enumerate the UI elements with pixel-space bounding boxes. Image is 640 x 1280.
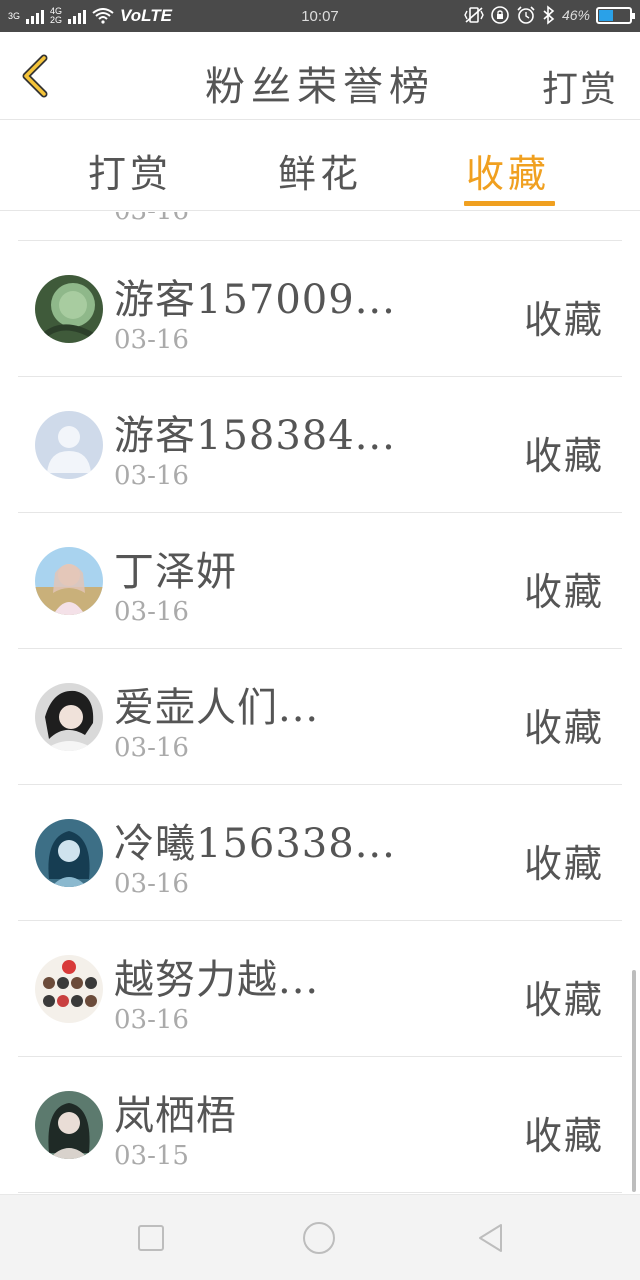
list-item-action: 收藏 [523, 570, 604, 614]
list-item-action: 收藏 [523, 298, 604, 342]
scrollbar[interactable] [632, 970, 636, 1192]
list-item-name: 丁泽妍 [114, 549, 237, 595]
list-item-name: 越努力越... [114, 957, 320, 1003]
avatar[interactable] [35, 411, 103, 479]
battery-percent: 46% [561, 7, 590, 23]
list-item-action: 收藏 [523, 434, 604, 478]
list-item-date: 03-16 [114, 597, 189, 627]
list-item-action: 收藏 [523, 1114, 604, 1158]
list-item-name: 游客158384... [114, 413, 396, 459]
list-item[interactable]: 岚栖梧 03-15 收藏 [18, 1057, 622, 1193]
list-item-action: 收藏 [523, 706, 604, 750]
avatar[interactable] [35, 955, 103, 1023]
status-right: 46% [464, 5, 635, 25]
tab-reward[interactable]: 打赏 [88, 143, 172, 198]
girl-outdoor-avatar-image [35, 547, 103, 615]
avatar[interactable] [35, 683, 103, 751]
back-triangle-icon[interactable] [474, 1221, 508, 1255]
home-icon[interactable] [302, 1221, 336, 1255]
tab-flowers[interactable]: 鲜花 [278, 143, 362, 198]
tab-bar: 打赏 鲜花 收藏 [0, 121, 640, 211]
list-item-name: 冷曦156338... [114, 821, 396, 867]
list-item-date: 03-16 [114, 869, 189, 899]
blue-anime-girl-avatar-image [35, 819, 103, 887]
list-item[interactable]: 游客158384... 03-16 收藏 [18, 377, 622, 513]
avatar[interactable] [35, 275, 103, 343]
avatar[interactable] [35, 819, 103, 887]
favorites-list[interactable]: 03-16 游客157009... 03-16 收藏 游客158384... 0… [0, 212, 640, 1194]
rotation-lock-icon [491, 6, 509, 24]
list-item-partial: 03-16 [18, 212, 622, 241]
active-tab-indicator [464, 201, 555, 206]
avatar[interactable] [35, 1091, 103, 1159]
bluetooth-icon [543, 5, 555, 25]
lotus-leaf-avatar-image [35, 275, 103, 343]
list-item[interactable]: 越努力越... 03-16 收藏 [18, 921, 622, 1057]
list-item[interactable]: 丁泽妍 03-16 收藏 [18, 513, 622, 649]
list-item-name: 爱壶人们... [114, 685, 320, 731]
girl-portrait-avatar-image [35, 1091, 103, 1159]
header: 粉丝荣誉榜 打赏 [0, 32, 640, 120]
list-item-date: 03-16 [114, 461, 189, 491]
list-item-name: 游客157009... [114, 277, 396, 323]
list-item[interactable]: 游客157009... 03-16 收藏 [18, 241, 622, 377]
status-bar: 3G 4G 2G VoLTE 10:07 46% [0, 0, 640, 32]
alarm-icon [517, 6, 535, 24]
list-item-action: 收藏 [523, 842, 604, 886]
cartoon-group-avatar-image [35, 955, 103, 1023]
list-item-name: 岚栖梧 [114, 1093, 237, 1139]
avatar[interactable] [35, 547, 103, 615]
list-item[interactable]: 爱壶人们... 03-16 收藏 [18, 649, 622, 785]
list-item-date: 03-16 [114, 733, 189, 763]
default-user-avatar-image [35, 411, 103, 479]
vibrate-icon [464, 7, 484, 23]
dark-hair-portrait-avatar-image [35, 683, 103, 751]
battery-fill [599, 9, 613, 21]
battery-icon [596, 6, 635, 24]
list-item[interactable]: 冷曦156338... 03-16 收藏 [18, 785, 622, 921]
list-item-action: 收藏 [523, 978, 604, 1022]
list-item-date: 03-16 [114, 212, 189, 226]
reward-button[interactable]: 打赏 [542, 60, 618, 112]
list-item-date: 03-16 [114, 325, 189, 355]
tab-favorites[interactable]: 收藏 [466, 143, 550, 198]
navigation-bar [0, 1194, 640, 1280]
list-item-date: 03-15 [114, 1141, 189, 1171]
recent-apps-icon[interactable] [134, 1221, 168, 1255]
list-item-date: 03-16 [114, 1005, 189, 1035]
